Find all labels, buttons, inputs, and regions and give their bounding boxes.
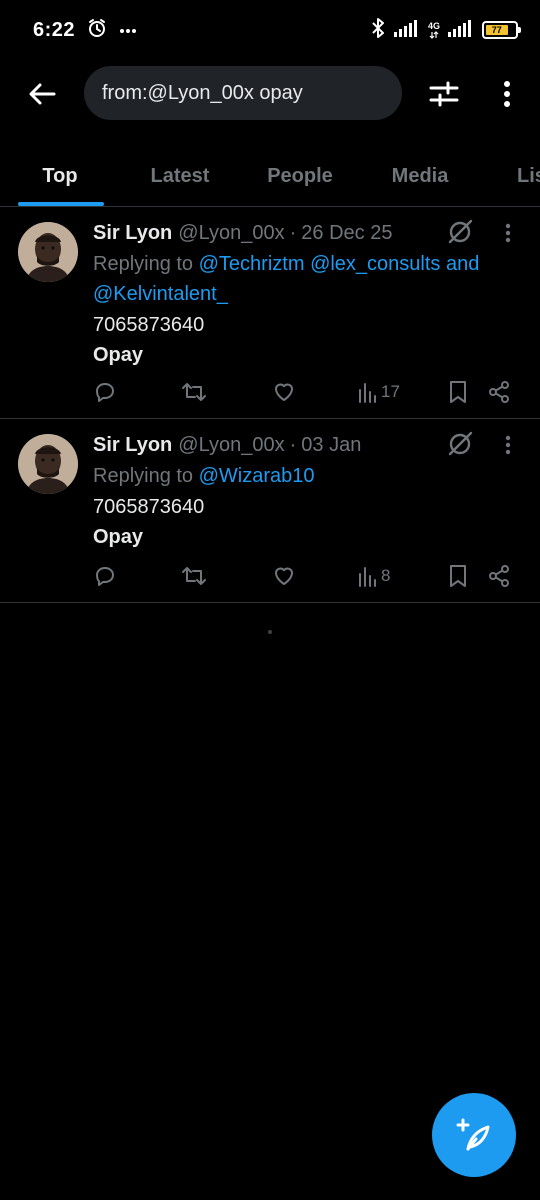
tab-media[interactable]: Media — [360, 145, 480, 206]
views-icon — [359, 567, 376, 587]
status-right: 4G 77 — [370, 17, 521, 44]
mention-link[interactable]: @Kelvintalent_ — [93, 283, 228, 305]
post-date[interactable]: 26 Dec 25 — [301, 222, 392, 245]
post-text-line: Opay — [93, 526, 144, 548]
views-icon — [359, 383, 376, 403]
battery-level: 77 — [491, 25, 502, 35]
repost-button[interactable] — [181, 377, 207, 407]
grok-icon[interactable] — [446, 430, 474, 458]
post-text-line: 7065873640 — [93, 496, 205, 518]
replying-prefix: Replying to — [93, 253, 194, 275]
views-button[interactable]: 8 — [358, 561, 390, 591]
reply-icon — [96, 383, 114, 402]
mention-link[interactable]: @lex_consults — [310, 253, 440, 275]
signal-icon — [393, 19, 420, 42]
tab-media-label: Media — [391, 164, 449, 187]
share-button[interactable] — [487, 561, 511, 591]
separator-dot: · — [289, 433, 297, 456]
views-count: 17 — [381, 382, 400, 401]
post-item[interactable]: Sir Lyon @Lyon_00x · 03 Jan Replying to … — [0, 420, 540, 603]
author-name[interactable]: Sir Lyon — [93, 222, 172, 245]
bookmark-icon — [450, 381, 466, 403]
tab-latest[interactable]: Latest — [120, 145, 240, 206]
author-name[interactable]: Sir Lyon — [93, 434, 172, 457]
share-icon — [489, 565, 509, 587]
grok-icon[interactable] — [446, 218, 474, 246]
tab-lists-label: Lis — [517, 164, 540, 187]
avatar[interactable] — [18, 222, 78, 282]
reply-button[interactable] — [93, 377, 117, 407]
search-query: from:@Lyon_00x opay — [102, 81, 303, 104]
reply-icon — [96, 567, 114, 586]
heart-icon — [275, 383, 293, 401]
repost-button[interactable] — [181, 561, 207, 591]
reply-button[interactable] — [93, 561, 117, 591]
repost-icon — [182, 567, 206, 585]
post-more-button[interactable] — [498, 220, 518, 246]
signal-icon-2 — [448, 19, 474, 42]
more-vertical-icon — [505, 223, 511, 243]
avatar[interactable] — [18, 434, 78, 494]
status-bar: 6:22 4G 77 — [0, 0, 540, 60]
tab-latest-label: Latest — [150, 164, 210, 187]
bookmark-button[interactable] — [447, 377, 469, 407]
bookmark-button[interactable] — [447, 561, 469, 591]
post-actions: 17 — [93, 377, 523, 407]
more-vertical-icon — [505, 435, 511, 455]
more-notifications-icon — [119, 21, 137, 39]
search-tabs: Top Latest People Media Lis — [0, 145, 540, 207]
sliders-icon — [429, 81, 459, 107]
views-count: 8 — [381, 566, 391, 585]
alarm-icon — [87, 18, 107, 43]
network-type: 4G — [427, 20, 440, 31]
more-options-button[interactable] — [490, 76, 524, 112]
status-left: 6:22 — [33, 18, 137, 43]
replying-to: Replying to @Techriztm @lex_consults and… — [93, 249, 522, 309]
post-text-line: 7065873640 — [93, 314, 205, 336]
post-more-button[interactable] — [498, 432, 518, 458]
like-button[interactable] — [272, 561, 296, 591]
post-date[interactable]: 03 Jan — [301, 434, 361, 457]
compose-button[interactable] — [432, 1093, 516, 1177]
back-button[interactable] — [22, 76, 62, 112]
status-time: 6:22 — [33, 18, 76, 41]
filter-button[interactable] — [424, 76, 464, 112]
post-item[interactable]: Sir Lyon @Lyon_00x · 26 Dec 25 Replying … — [0, 208, 540, 419]
tab-lists[interactable]: Lis — [480, 145, 540, 206]
replying-to: Replying to @Wizarab10 — [93, 461, 522, 491]
share-button[interactable] — [487, 377, 511, 407]
post-actions: 8 — [93, 561, 523, 591]
battery-icon: 77 — [482, 21, 521, 39]
like-button[interactable] — [272, 377, 296, 407]
heart-icon — [275, 567, 293, 585]
bookmark-icon — [450, 565, 466, 587]
post-text-line: Opay — [93, 344, 144, 366]
share-icon — [489, 381, 509, 403]
author-handle[interactable]: @Lyon_00x — [178, 434, 284, 457]
search-header: from:@Lyon_00x opay — [0, 66, 540, 122]
repost-icon — [182, 383, 206, 401]
replying-prefix: Replying to — [93, 465, 194, 487]
mention-and: and — [446, 253, 480, 275]
views-button[interactable]: 17 — [358, 377, 400, 407]
mention-link[interactable]: @Wizarab10 — [199, 465, 315, 487]
data-arrows-icon — [429, 30, 439, 39]
separator-dot: · — [289, 221, 297, 244]
bluetooth-icon — [370, 17, 386, 44]
more-vertical-icon — [504, 81, 510, 107]
tab-people-label: People — [267, 164, 333, 187]
compose-icon — [456, 1118, 490, 1151]
tab-people[interactable]: People — [240, 145, 360, 206]
tab-top[interactable]: Top — [0, 145, 120, 206]
arrow-left-icon — [29, 83, 56, 105]
author-handle[interactable]: @Lyon_00x — [178, 222, 284, 245]
tab-top-label: Top — [42, 164, 78, 187]
loading-indicator — [268, 630, 272, 634]
search-input[interactable]: from:@Lyon_00x opay — [84, 66, 402, 120]
mention-link[interactable]: @Techriztm — [199, 253, 305, 275]
active-tab-indicator — [18, 202, 104, 206]
